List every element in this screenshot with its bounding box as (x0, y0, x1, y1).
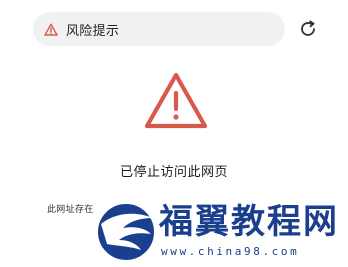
watermark-url: www.china98.com (161, 245, 300, 258)
watermark: 福翼教程网 www.china98.com (95, 196, 348, 267)
warning-icon (44, 22, 58, 36)
watermark-text: 福翼教程网 (158, 201, 339, 244)
address-bar[interactable]: 风险提示 (33, 12, 285, 46)
address-text: 风险提示 (66, 23, 120, 39)
refresh-button[interactable] (296, 17, 320, 41)
refresh-icon (301, 20, 315, 36)
detail-text: 此网址存在 (47, 205, 94, 215)
eagle-logo-icon (96, 202, 156, 262)
warning-triangle-icon (144, 72, 208, 129)
browser-page: 风险提示 已停止访问此网页 此网址存在 福翼教程网 www.china98.co… (0, 0, 348, 267)
page-title: 已停止访问此网页 (119, 165, 228, 180)
